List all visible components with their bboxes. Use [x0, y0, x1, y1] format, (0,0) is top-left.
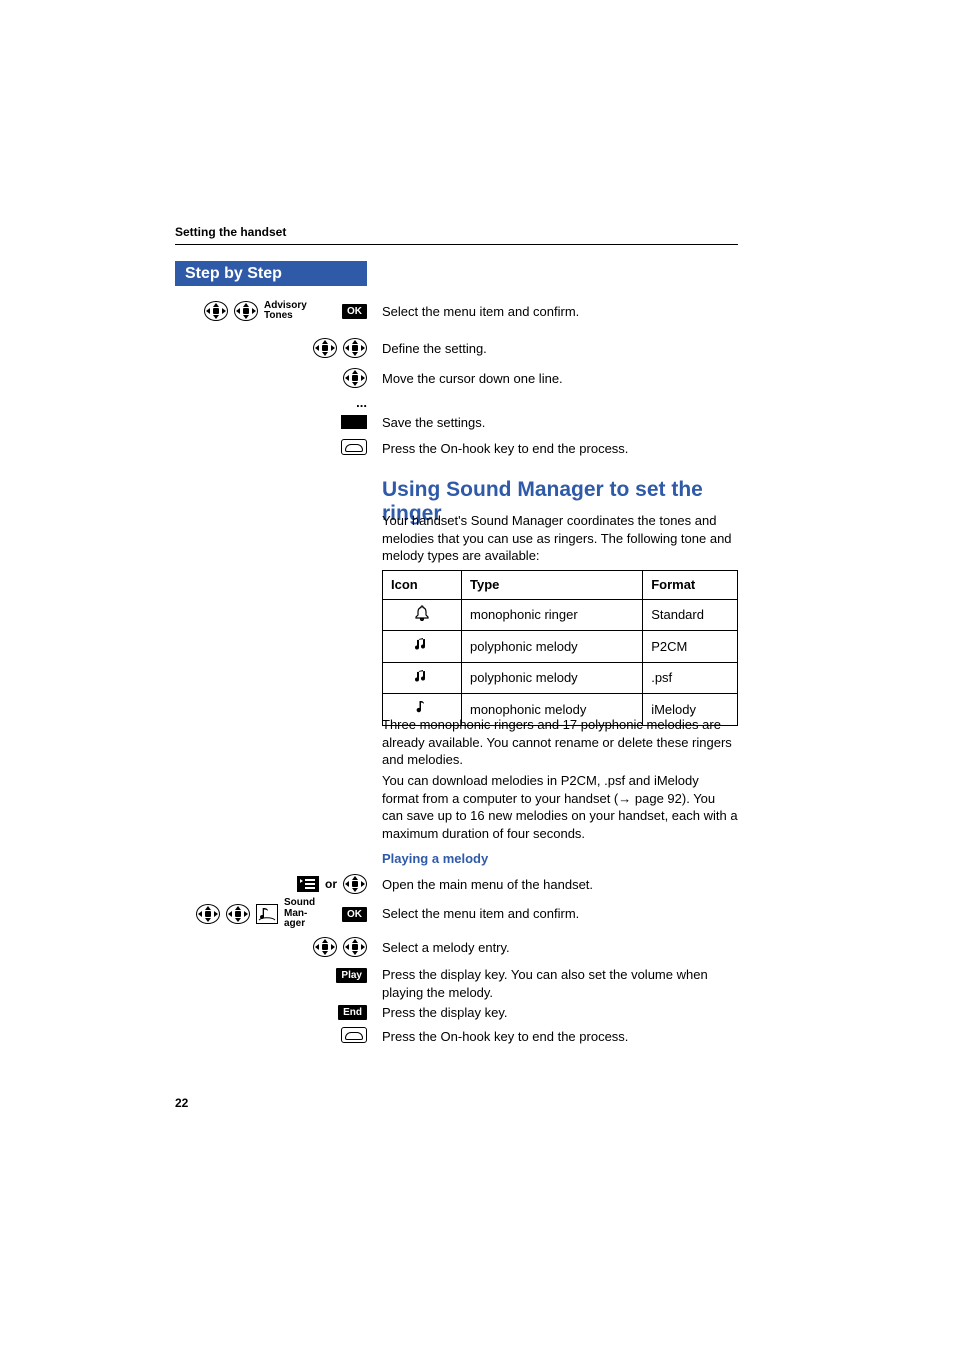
ellipsis: ...: [356, 395, 367, 410]
nav-key-icon: [226, 904, 250, 924]
end-softkey: End: [338, 1005, 367, 1020]
tone-type-table: Icon Type Format monophonic ringer Stand…: [382, 570, 738, 726]
cell-format: .psf: [643, 662, 738, 694]
nav-key-icon: [343, 937, 367, 957]
nav-key-icon: [313, 937, 337, 957]
select-desc: Select a melody entry.: [382, 939, 738, 957]
th-icon: Icon: [383, 571, 462, 600]
save-desc: Save the settings.: [382, 414, 738, 432]
display-key-blank: [341, 415, 367, 429]
cell-type: polyphonic melody: [462, 662, 643, 694]
running-head: Setting the handset: [175, 225, 286, 239]
cell-type: polyphonic melody: [462, 631, 643, 663]
open-desc: Open the main menu of the handset.: [382, 876, 738, 894]
double-note-icon: [383, 662, 462, 694]
menu-key-icon: [297, 876, 319, 892]
bell-icon: [383, 599, 462, 631]
or-text: or: [325, 877, 337, 891]
nav-key-icon: [234, 301, 258, 321]
th-type: Type: [462, 571, 643, 600]
advisory-tones-label: Advisory Tones: [264, 301, 336, 322]
playing-heading: Playing a melody: [382, 850, 738, 868]
double-note-icon: [383, 631, 462, 663]
advisory-desc: Select the menu item and confirm.: [382, 303, 738, 321]
sound-desc: Select the menu item and confirm.: [382, 905, 738, 923]
page-number: 22: [175, 1096, 188, 1110]
sound-manager-icon: [256, 904, 278, 924]
header-rule: [175, 244, 738, 245]
nav-key-icon: [343, 368, 367, 388]
cell-format: P2CM: [643, 631, 738, 663]
nav-key-icon: [343, 874, 367, 894]
on-hook-key-icon: [341, 439, 367, 455]
cell-format: Standard: [643, 599, 738, 631]
onhook1-desc: Press the On-hook key to end the process…: [382, 440, 738, 458]
table-row: polyphonic melody P2CM: [383, 631, 738, 663]
cell-type: monophonic ringer: [462, 599, 643, 631]
ok-softkey: OK: [342, 907, 367, 922]
onhook2-desc: Press the On-hook key to end the process…: [382, 1028, 738, 1046]
step-by-step-header: Step by Step: [175, 261, 367, 286]
after-table-p1: Three monophonic ringers and 17 polyphon…: [382, 716, 738, 769]
sound-manager-label: Sound Man- ager: [284, 898, 336, 930]
section-intro: Your handset's Sound Manager coordinates…: [382, 512, 738, 565]
end-desc: Press the display key.: [382, 1004, 738, 1022]
play-softkey: Play: [336, 968, 367, 983]
ok-softkey: OK: [342, 304, 367, 319]
th-format: Format: [643, 571, 738, 600]
after-table-p2: You can download melodies in P2CM, .psf …: [382, 772, 738, 842]
table-row: monophonic ringer Standard: [383, 599, 738, 631]
table-row: polyphonic melody .psf: [383, 662, 738, 694]
table-header-row: Icon Type Format: [383, 571, 738, 600]
nav-key-icon: [204, 301, 228, 321]
move-desc: Move the cursor down one line.: [382, 370, 738, 388]
play-desc: Press the display key. You can also set …: [382, 966, 738, 1001]
on-hook-key-icon: [341, 1027, 367, 1043]
nav-key-icon: [313, 338, 337, 358]
define-desc: Define the setting.: [382, 340, 738, 358]
nav-key-icon: [343, 338, 367, 358]
nav-key-icon: [196, 904, 220, 924]
